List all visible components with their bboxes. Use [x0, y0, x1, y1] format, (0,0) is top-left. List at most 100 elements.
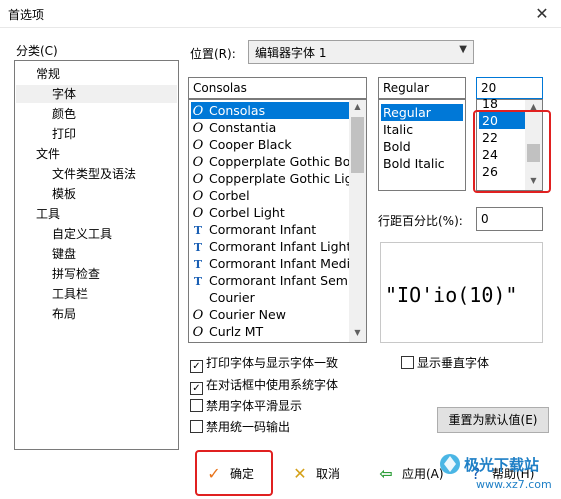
opentype-font-icon: O: [192, 325, 204, 340]
truetype-font-icon: T: [193, 275, 203, 288]
font-list-item[interactable]: O DejaVu Math TeX Gyre: [191, 340, 349, 342]
category-item[interactable]: 模板: [52, 185, 76, 203]
font-name: Copperplate Gothic Bold: [205, 154, 349, 169]
font-name: Curlz MT: [205, 324, 264, 339]
category-item[interactable]: 工具栏: [52, 285, 88, 303]
font-name: DejaVu Math TeX Gyre: [205, 341, 348, 342]
font-preview: "IO'io(10)": [380, 242, 543, 343]
opentype-font-icon: O: [192, 155, 204, 170]
opentype-font-icon: O: [192, 104, 204, 119]
font-style-item[interactable]: Bold Italic: [381, 155, 463, 172]
scroll-thumb[interactable]: [351, 117, 364, 173]
vertical-font-checkbox[interactable]: 显示垂直字体: [401, 356, 489, 372]
apply-button[interactable]: ⇦ 应用(A): [376, 458, 443, 490]
font-name-input[interactable]: Consolas: [188, 77, 367, 99]
font-list-item[interactable]: O Consolas: [191, 102, 349, 119]
font-name: Cormorant Infant Medium: [208, 256, 349, 271]
disable-unicode-checkbox[interactable]: 禁用统一码输出: [190, 420, 290, 436]
font-name: Cooper Black: [205, 137, 292, 152]
disable-smoothing-checkbox[interactable]: 禁用字体平滑显示: [190, 399, 302, 415]
category-item[interactable]: 常规: [36, 65, 60, 83]
font-name: Cormorant Infant Light: [205, 239, 349, 254]
line-spacing-input[interactable]: 0: [476, 207, 543, 231]
preview-text: "IO'io(10)": [385, 283, 518, 307]
font-list-item[interactable]: O Curlz MT: [191, 323, 349, 340]
category-item[interactable]: 键盘: [52, 245, 76, 263]
category-item[interactable]: 自定义工具: [52, 225, 112, 243]
print-font-match-checkbox[interactable]: ✓ 打印字体与显示字体一致: [190, 356, 338, 373]
truetype-font-icon: T: [193, 224, 203, 237]
checkbox-icon[interactable]: [190, 420, 203, 433]
font-name: Courier: [205, 290, 255, 305]
font-name: Consolas: [205, 103, 266, 118]
truetype-font-icon: T: [193, 241, 203, 254]
font-style-item[interactable]: Regular: [381, 104, 463, 121]
font-name: Courier New: [205, 307, 286, 322]
category-item[interactable]: 文件类型及语法: [52, 165, 136, 183]
category-item[interactable]: 字体: [16, 85, 177, 103]
category-label: 分类(C): [16, 44, 58, 58]
checkbox-checked-icon[interactable]: ✓: [190, 382, 203, 395]
font-name: Corbel: [205, 188, 250, 203]
chevron-down-icon: ▼: [459, 44, 467, 55]
font-list-item[interactable]: O Courier New: [191, 306, 349, 323]
font-list-item[interactable]: O Corbel Light: [191, 204, 349, 221]
font-list-item[interactable]: T Cormorant Infant: [191, 221, 349, 238]
checkbox-icon[interactable]: [190, 399, 203, 412]
font-name: Cormorant Infant: [205, 222, 317, 237]
category-item[interactable]: 工具: [36, 205, 60, 223]
window-title: 首选项: [8, 8, 45, 22]
opentype-font-icon: O: [192, 206, 204, 221]
font-style-item[interactable]: Italic: [381, 121, 463, 138]
font-name: Copperplate Gothic Light: [208, 171, 349, 186]
font-list-scrollbar[interactable]: ▲ ▼: [349, 100, 366, 342]
truetype-font-icon: T: [193, 258, 203, 271]
font-list[interactable]: O DejaVu Math TeX GyreO Curlz MTO Courie…: [188, 99, 367, 343]
font-list-item[interactable]: O Constantia: [191, 119, 349, 136]
category-tree[interactable]: 常规字体颜色打印文件文件类型及语法 模板工具自定义工具键盘拼写检查工具栏布局: [14, 60, 179, 450]
font-style-list[interactable]: Regular Italic Bold Bold Italic: [378, 99, 466, 191]
opentype-font-icon: O: [192, 308, 204, 323]
close-icon[interactable]: ✕: [530, 3, 554, 25]
font-name: Constantia: [205, 120, 277, 135]
font-style-item[interactable]: Bold: [381, 138, 463, 155]
line-spacing-label: 行距百分比(%):: [378, 214, 463, 228]
cancel-button[interactable]: ✕ 取消: [290, 458, 340, 490]
svg-text:www.xz7.com: www.xz7.com: [476, 478, 552, 491]
category-item[interactable]: 布局: [52, 305, 76, 323]
cancel-x-icon: ✕: [293, 464, 307, 483]
position-label: 位置(R):: [190, 47, 236, 61]
font-list-item[interactable]: T Cormorant Infant SemiBold: [191, 272, 349, 289]
svg-text:极光下载站: 极光下载站: [464, 456, 539, 474]
font-name: Corbel Light: [205, 205, 285, 220]
font-list-item[interactable]: O Copperplate Gothic Light: [191, 170, 349, 187]
reset-defaults-button[interactable]: 重置为默认值(E): [437, 407, 549, 433]
category-item[interactable]: 文件: [36, 145, 60, 163]
opentype-font-icon: O: [192, 138, 204, 153]
position-value: 编辑器字体 1: [255, 46, 327, 60]
font-name: Cormorant Infant SemiBold: [208, 273, 349, 288]
scroll-down-icon[interactable]: ▼: [349, 328, 366, 337]
font-list-item[interactable]: T Cormorant Infant Light: [191, 238, 349, 255]
opentype-font-icon: O: [192, 189, 204, 204]
category-item[interactable]: 拼写检查: [52, 265, 100, 283]
font-list-item[interactable]: O Copperplate Gothic Bold: [191, 153, 349, 170]
font-list-item[interactable]: O Cooper Black: [191, 136, 349, 153]
scroll-up-icon[interactable]: ▲: [349, 102, 366, 111]
opentype-font-icon: O: [192, 121, 204, 136]
font-list-item[interactable]: O Corbel: [191, 187, 349, 204]
font-list-item[interactable]: Courier: [191, 289, 349, 306]
category-item[interactable]: 打印: [52, 125, 76, 143]
opentype-font-icon: O: [191, 341, 205, 342]
checkbox-icon[interactable]: [401, 356, 414, 369]
system-font-checkbox[interactable]: ✓ 在对话框中使用系统字体: [190, 378, 338, 395]
size-highlight-box: [473, 110, 551, 193]
position-select[interactable]: 编辑器字体 1 ▼: [248, 40, 474, 64]
checkbox-checked-icon[interactable]: ✓: [190, 360, 203, 373]
font-list-item[interactable]: T Cormorant Infant Medium: [191, 255, 349, 272]
category-item[interactable]: 颜色: [52, 105, 76, 123]
ok-highlight-box: [195, 450, 273, 496]
arrow-left-icon: ⇦: [379, 464, 393, 483]
watermark-logo: 极光下载站 www.xz7.com: [438, 446, 558, 496]
font-style-input[interactable]: Regular: [378, 77, 466, 99]
